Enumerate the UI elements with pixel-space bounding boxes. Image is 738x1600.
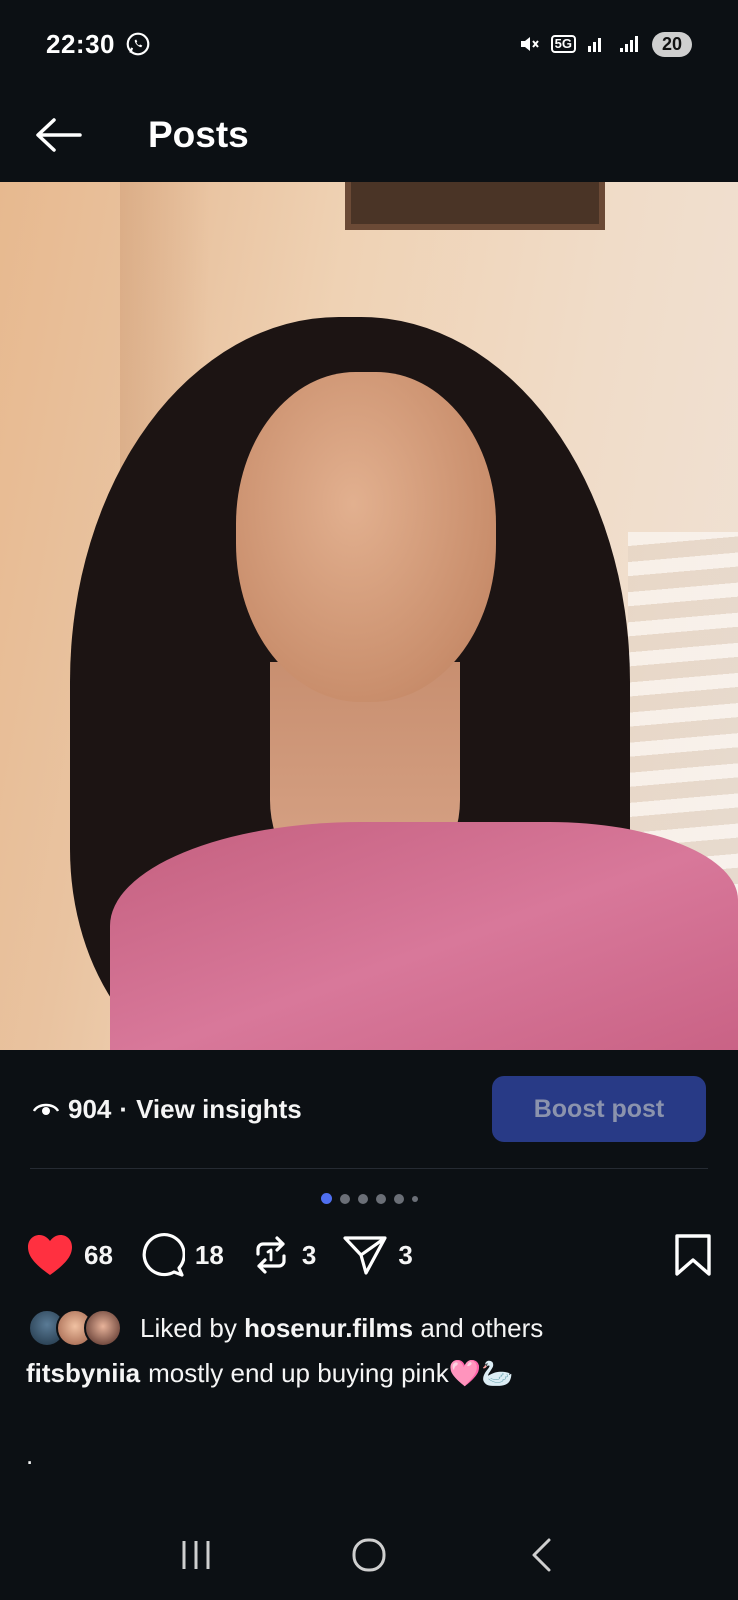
eye-icon xyxy=(32,1103,60,1115)
back-button[interactable] xyxy=(30,107,86,163)
status-time: 22:30 xyxy=(46,28,115,59)
status-bar: 22:30 5G 20 xyxy=(0,0,738,88)
recents-icon xyxy=(182,1541,210,1569)
post-caption: fitsbyniia mostly end up buying pink🩷🦢 xyxy=(26,1358,716,1389)
boost-post-button[interactable]: Boost post xyxy=(492,1076,706,1142)
comment-button[interactable]: 18 xyxy=(139,1232,224,1278)
bookmark-icon xyxy=(675,1234,711,1276)
comment-count: 18 xyxy=(194,1239,224,1270)
home-button[interactable] xyxy=(339,1525,399,1585)
post-image[interactable] xyxy=(0,182,738,1050)
back-nav-button[interactable] xyxy=(512,1525,572,1585)
repost-icon xyxy=(256,1236,286,1274)
divider xyxy=(30,1168,708,1169)
recents-button[interactable] xyxy=(166,1525,226,1585)
view-count: 904 xyxy=(68,1093,112,1124)
carousel-dot xyxy=(375,1193,386,1204)
caption-text: mostly end up buying pink🩷🦢 xyxy=(148,1358,514,1388)
share-count: 3 xyxy=(398,1239,413,1270)
send-icon xyxy=(343,1236,387,1275)
liked-by-row[interactable]: Liked by hosenur.films and others xyxy=(28,1308,543,1348)
carousel-dot xyxy=(357,1193,368,1204)
carousel-indicator xyxy=(0,1193,738,1204)
battery-icon: 20 xyxy=(652,31,692,57)
caption-extra: . xyxy=(26,1440,34,1470)
carousel-dot-active xyxy=(320,1193,332,1204)
view-insights-label: View insights xyxy=(136,1093,302,1124)
insights-row: 904 · View insights Boost post xyxy=(32,1076,706,1142)
mute-icon xyxy=(517,32,541,56)
liker-avatars xyxy=(28,1309,122,1347)
chevron-left-icon xyxy=(532,1538,551,1572)
share-button[interactable]: 3 xyxy=(342,1234,413,1276)
separator: · xyxy=(119,1093,129,1124)
page-title: Posts xyxy=(148,114,249,155)
comment-icon xyxy=(142,1233,185,1277)
avatar xyxy=(84,1309,122,1347)
5g-icon: 5G xyxy=(550,35,576,53)
wall-frame xyxy=(345,182,605,230)
pink-top xyxy=(110,822,738,1050)
carousel-dot xyxy=(393,1193,404,1204)
liked-by-suffix: and others xyxy=(420,1312,544,1343)
face xyxy=(236,372,496,702)
liked-by-user[interactable]: hosenur.films xyxy=(244,1313,413,1344)
header: Posts xyxy=(0,88,738,182)
system-nav-bar xyxy=(0,1510,738,1600)
carousel-dot xyxy=(339,1193,350,1204)
carousel-dot xyxy=(411,1195,418,1202)
heart-icon xyxy=(28,1235,72,1275)
arrow-left-icon xyxy=(36,118,82,152)
repost-button[interactable]: 3 xyxy=(250,1234,316,1276)
like-button[interactable]: 68 xyxy=(26,1233,113,1277)
save-button[interactable] xyxy=(674,1233,712,1277)
home-icon xyxy=(352,1538,386,1572)
signal-icon xyxy=(618,34,642,54)
view-insights-link[interactable]: 904 · View insights xyxy=(32,1094,302,1125)
like-count: 68 xyxy=(84,1239,113,1270)
post-actions: 68 18 3 3 xyxy=(26,1230,712,1280)
caption-username[interactable]: fitsbyniia xyxy=(26,1358,140,1389)
repost-count: 3 xyxy=(301,1239,317,1270)
whatsapp-icon xyxy=(125,31,151,57)
liked-by-prefix: Liked by xyxy=(140,1312,237,1343)
signal-icon xyxy=(586,34,608,54)
